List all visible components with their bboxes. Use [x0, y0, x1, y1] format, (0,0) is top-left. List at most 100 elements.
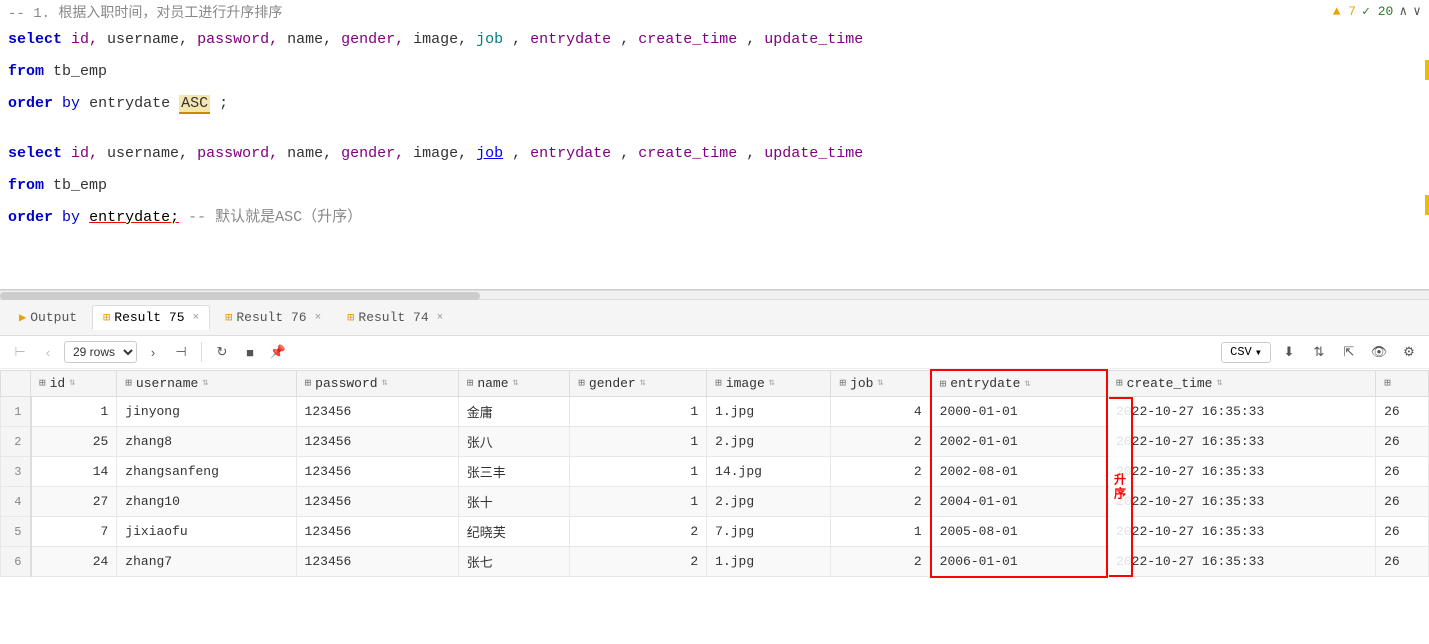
row-number: 4	[1, 487, 31, 517]
col-username[interactable]: ⊞username⇅	[117, 370, 296, 397]
pin-btn[interactable]: 📌	[266, 340, 290, 364]
row-number: 1	[1, 397, 31, 427]
cell-extra: 26	[1376, 517, 1429, 547]
first-page-btn[interactable]: ⊢	[8, 340, 32, 364]
row-number: 3	[1, 457, 31, 487]
refresh-btn[interactable]: ↻	[210, 340, 234, 364]
grid-area[interactable]: ⊞id⇅ ⊞username⇅ ⊞password⇅ ⊞name⇅ ⊞gende	[0, 369, 1429, 644]
cell-password: 123456	[296, 547, 458, 577]
code-block-from-1: from tb_emp	[0, 56, 1429, 88]
cell-job: 2	[831, 427, 931, 457]
cell-image: 1.jpg	[707, 397, 831, 427]
cell-image: 14.jpg	[707, 457, 831, 487]
cell-entrydate: 2000-01-01	[931, 397, 1107, 427]
result74-icon: ⊞	[347, 310, 354, 325]
settings-btn[interactable]: ⚙	[1397, 340, 1421, 364]
output-icon: ▶	[19, 310, 26, 325]
cell-name: 张十	[458, 487, 570, 517]
check-count: ✓ 20	[1362, 4, 1393, 19]
table-header-row: ⊞id⇅ ⊞username⇅ ⊞password⇅ ⊞name⇅ ⊞gende	[1, 370, 1429, 397]
nav-down-btn[interactable]: ∨	[1413, 4, 1421, 19]
next-page-btn[interactable]: ›	[141, 340, 165, 364]
tab-result76-close[interactable]: ×	[315, 312, 322, 324]
cell-id: 14	[31, 457, 117, 487]
filter-btn[interactable]: ⇅	[1307, 340, 1331, 364]
cell-username: jixiaofu	[117, 517, 296, 547]
table-body: 11jinyong123456金庸11.jpg42000-01-012022-1…	[1, 397, 1429, 577]
cell-create-time: 2022-10-27 16:35:33	[1107, 397, 1376, 427]
result75-icon: ⊞	[103, 310, 110, 325]
col-entrydate[interactable]: ⊞entrydate⇅	[931, 370, 1107, 397]
results-table: ⊞id⇅ ⊞username⇅ ⊞password⇅ ⊞name⇅ ⊞gende	[0, 369, 1429, 578]
cell-create-time: 2022-10-27 16:35:33	[1107, 517, 1376, 547]
right-toolbar: CSV ▾ ⬇ ⇅ ⇱ 👁 ⚙	[1221, 340, 1421, 364]
col-create-time[interactable]: ⊞create_time⇅	[1107, 370, 1376, 397]
row-number: 5	[1, 517, 31, 547]
cell-password: 123456	[296, 517, 458, 547]
code-block-order-1: order by entrydate ASC ;	[0, 88, 1429, 120]
cell-extra: 26	[1376, 457, 1429, 487]
cell-entrydate: 2002-01-01	[931, 427, 1107, 457]
tab-result76[interactable]: ⊞ Result 76 ×	[214, 305, 332, 330]
prev-page-btn[interactable]: ‹	[36, 340, 60, 364]
cell-create-time: 2022-10-27 16:35:33	[1107, 487, 1376, 517]
cell-image: 2.jpg	[707, 487, 831, 517]
col-id[interactable]: ⊞id⇅	[31, 370, 117, 397]
cell-image: 7.jpg	[707, 517, 831, 547]
table-row: 225zhang8123456张八12.jpg22002-01-012022-1…	[1, 427, 1429, 457]
last-page-btn[interactable]: ⊣	[169, 340, 193, 364]
table-row: 427zhang10123456张十12.jpg22004-01-012022-…	[1, 487, 1429, 517]
cell-extra: 26	[1376, 397, 1429, 427]
view-btn[interactable]: 👁	[1367, 340, 1391, 364]
tab-result74-close[interactable]: ×	[437, 312, 444, 324]
horizontal-scrollbar[interactable]	[0, 290, 1429, 300]
cell-username: zhang8	[117, 427, 296, 457]
cell-gender: 2	[570, 517, 707, 547]
yellow-marker-2	[1425, 195, 1429, 215]
tab-result74-label: Result 74	[358, 310, 428, 325]
cell-id: 1	[31, 397, 117, 427]
cell-name: 张七	[458, 547, 570, 577]
table-row: 57jixiaofu123456纪晓芙27.jpg12005-08-012022…	[1, 517, 1429, 547]
cell-job: 1	[831, 517, 931, 547]
expand-btn[interactable]: ⇱	[1337, 340, 1361, 364]
col-image[interactable]: ⊞image⇅	[707, 370, 831, 397]
row-number: 6	[1, 547, 31, 577]
scrollbar-thumb[interactable]	[0, 292, 480, 300]
cell-entrydate: 2002-08-01	[931, 457, 1107, 487]
code-block-from-2: from tb_emp	[0, 170, 1429, 202]
tab-result75[interactable]: ⊞ Result 75 ×	[92, 305, 210, 330]
tab-output-label: Output	[30, 310, 77, 325]
nav-up-btn[interactable]: ∧	[1399, 4, 1407, 19]
bottom-panel: ▶ Output ⊞ Result 75 × ⊞ Result 76 × ⊞ R…	[0, 300, 1429, 644]
ascending-label: 升序	[1109, 397, 1133, 577]
csv-label: CSV	[1230, 345, 1252, 359]
cell-username: zhang10	[117, 487, 296, 517]
csv-export-btn[interactable]: CSV ▾	[1221, 342, 1271, 363]
row-number: 2	[1, 427, 31, 457]
cell-create-time: 2022-10-27 16:35:33	[1107, 457, 1376, 487]
cell-job: 2	[831, 457, 931, 487]
cell-id: 25	[31, 427, 117, 457]
col-job[interactable]: ⊞job⇅	[831, 370, 931, 397]
tab-result74[interactable]: ⊞ Result 74 ×	[336, 305, 454, 330]
tab-result75-close[interactable]: ×	[193, 312, 200, 324]
tab-output[interactable]: ▶ Output	[8, 305, 88, 330]
stop-btn[interactable]: ■	[238, 340, 262, 364]
col-name[interactable]: ⊞name⇅	[458, 370, 570, 397]
rows-select[interactable]: 29 rows	[64, 341, 137, 363]
cell-image: 1.jpg	[707, 547, 831, 577]
cell-name: 张三丰	[458, 457, 570, 487]
warning-count: ▲ 7	[1333, 4, 1356, 19]
cell-gender: 1	[570, 397, 707, 427]
cell-gender: 1	[570, 427, 707, 457]
col-rownum	[1, 370, 31, 397]
col-extra[interactable]: ⊞	[1376, 370, 1429, 397]
download-btn[interactable]: ⬇	[1277, 340, 1301, 364]
cell-entrydate: 2005-08-01	[931, 517, 1107, 547]
cell-gender: 1	[570, 457, 707, 487]
comment-line-1: -- 1. 根据入职时间，对员工进行升序排序	[0, 0, 1429, 24]
col-password[interactable]: ⊞password⇅	[296, 370, 458, 397]
tab-result75-label: Result 75	[114, 310, 184, 325]
col-gender[interactable]: ⊞gender⇅	[570, 370, 707, 397]
